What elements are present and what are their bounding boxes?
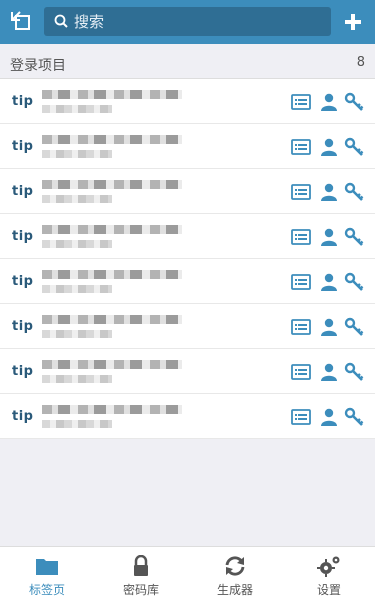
copy-password-icon[interactable]: [344, 182, 364, 202]
copy-password-icon[interactable]: [344, 92, 364, 112]
copy-password-icon[interactable]: [344, 272, 364, 292]
details-icon[interactable]: [291, 137, 311, 157]
copy-password-icon[interactable]: [344, 317, 364, 337]
copy-username-icon[interactable]: [319, 92, 339, 112]
redacted-name: [42, 405, 182, 414]
list-item[interactable]: tip: [0, 349, 375, 394]
redacted-name: [42, 180, 182, 189]
redacted-username: [42, 150, 112, 158]
details-icon[interactable]: [291, 407, 311, 427]
copy-username-icon[interactable]: [319, 317, 339, 337]
details-icon[interactable]: [291, 362, 311, 382]
section-header: 登录项目 8: [0, 44, 375, 78]
redacted-name: [42, 315, 182, 324]
back-arrow-icon[interactable]: [10, 10, 32, 32]
copy-username-icon[interactable]: [319, 362, 339, 382]
tab-favorites[interactable]: 标签页: [0, 547, 94, 600]
login-list: tip tip tip tip tip tip tip tip: [0, 78, 375, 439]
redacted-username: [42, 420, 112, 428]
site-favicon: tip: [12, 274, 34, 289]
details-icon[interactable]: [291, 92, 311, 112]
redacted-name: [42, 360, 182, 369]
copy-username-icon[interactable]: [319, 182, 339, 202]
copy-password-icon[interactable]: [344, 407, 364, 427]
plus-icon[interactable]: [343, 12, 363, 32]
redacted-name: [42, 270, 182, 279]
folder-icon: [36, 559, 58, 575]
refresh-icon: [225, 556, 245, 576]
list-item[interactable]: tip: [0, 169, 375, 214]
copy-username-icon[interactable]: [319, 272, 339, 292]
bottom-tab-bar: 标签页 密码库 生成器 设置: [0, 546, 375, 600]
list-item[interactable]: tip: [0, 79, 375, 124]
site-favicon: tip: [12, 229, 34, 244]
search-icon: [54, 14, 68, 28]
tab-vault[interactable]: 密码库: [94, 547, 188, 600]
redacted-name: [42, 135, 182, 144]
copy-password-icon[interactable]: [344, 137, 364, 157]
item-count: 8: [356, 55, 365, 70]
site-favicon: tip: [12, 139, 34, 154]
redacted-name: [42, 225, 182, 234]
site-favicon: tip: [12, 94, 34, 109]
site-favicon: tip: [12, 319, 34, 334]
redacted-username: [42, 195, 112, 203]
copy-username-icon[interactable]: [319, 227, 339, 247]
copy-username-icon[interactable]: [319, 407, 339, 427]
tab-label: 标签页: [28, 583, 65, 597]
tab-label: 设置: [316, 583, 341, 597]
gear-icon: [317, 556, 340, 577]
section-title: 登录项目: [10, 58, 66, 74]
list-item[interactable]: tip: [0, 124, 375, 169]
copy-username-icon[interactable]: [319, 137, 339, 157]
search-box[interactable]: [44, 7, 331, 36]
redacted-name: [42, 90, 182, 99]
search-input[interactable]: [74, 7, 324, 36]
list-item[interactable]: tip: [0, 214, 375, 259]
tab-settings[interactable]: 设置: [282, 547, 375, 600]
list-item[interactable]: tip: [0, 304, 375, 349]
tab-label: 密码库: [122, 583, 159, 597]
list-item[interactable]: tip: [0, 259, 375, 304]
site-favicon: tip: [12, 409, 34, 424]
site-favicon: tip: [12, 364, 34, 379]
list-item[interactable]: tip: [0, 394, 375, 439]
redacted-username: [42, 240, 112, 248]
copy-password-icon[interactable]: [344, 362, 364, 382]
site-favicon: tip: [12, 184, 34, 199]
redacted-username: [42, 375, 112, 383]
copy-password-icon[interactable]: [344, 227, 364, 247]
tab-label: 生成器: [216, 583, 253, 597]
redacted-username: [42, 105, 112, 113]
details-icon[interactable]: [291, 272, 311, 292]
details-icon[interactable]: [291, 182, 311, 202]
details-icon[interactable]: [291, 317, 311, 337]
details-icon[interactable]: [291, 227, 311, 247]
lock-icon: [134, 555, 148, 576]
redacted-username: [42, 330, 112, 338]
tab-generator[interactable]: 生成器: [188, 547, 282, 600]
top-bar: [0, 0, 375, 44]
redacted-username: [42, 285, 112, 293]
